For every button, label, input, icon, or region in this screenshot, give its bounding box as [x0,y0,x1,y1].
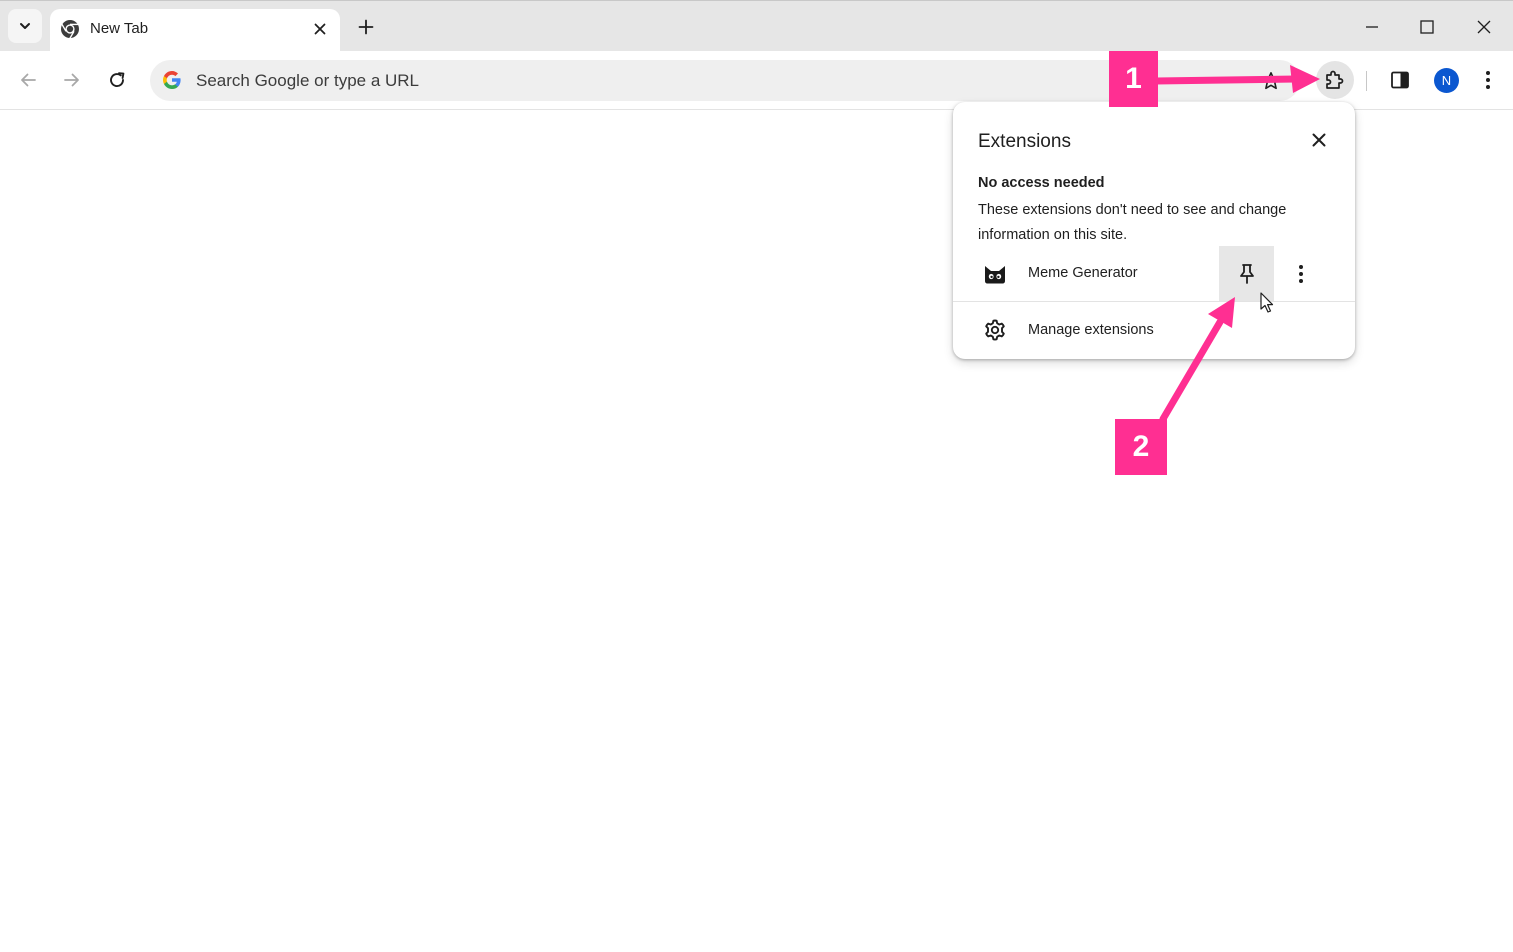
extensions-popup: Extensions No access needed These extens… [953,102,1355,359]
puzzle-icon [1326,70,1344,89]
extension-name: Meme Generator [1028,265,1138,281]
minimize-icon [1366,26,1378,28]
chrome-icon [61,20,79,39]
plus-icon [358,19,374,35]
kebab-icon [1486,71,1490,89]
side-panel-icon [1391,71,1409,89]
tab-strip: New Tab [0,0,1513,52]
popup-title: Extensions [978,131,1071,152]
chevron-down-icon [20,23,30,29]
maximize-button[interactable] [1409,9,1445,45]
manage-extensions-item[interactable]: Manage extensions [953,302,1355,357]
reload-button[interactable] [101,64,133,96]
arrow-left-icon [21,73,36,87]
arrow-right-icon [64,73,79,87]
section-heading: No access needed [978,175,1105,191]
minimize-button[interactable] [1354,9,1390,45]
back-button[interactable] [12,64,44,96]
bookmark-button[interactable] [1258,68,1284,94]
extensions-button[interactable] [1316,61,1354,99]
manage-extensions-label: Manage extensions [1028,322,1154,338]
close-icon [1477,20,1491,34]
close-window-button[interactable] [1466,9,1502,45]
annotation-step-1: 1 [1109,51,1158,107]
popup-close-button[interactable] [1307,128,1331,152]
extension-more-button[interactable] [1289,259,1313,289]
section-description: These extensions don't need to see and c… [978,202,1287,243]
star-icon [1262,72,1280,90]
close-icon [314,23,326,35]
maximize-icon [1420,20,1434,34]
tab-search-button[interactable] [8,9,42,43]
tab-new-tab[interactable]: New Tab [50,9,340,52]
extension-item[interactable]: Meme Generator [953,246,1355,302]
google-logo-icon [163,71,181,89]
side-panel-button[interactable] [1384,64,1416,96]
gear-icon [985,319,1005,341]
reload-icon [110,72,125,87]
forward-button[interactable] [56,64,88,96]
kebab-icon [1299,265,1303,283]
tab-close-button[interactable] [308,17,332,41]
toolbar-separator [1366,71,1367,91]
tab-title: New Tab [90,20,149,37]
omnibox-input[interactable] [196,60,1196,101]
close-icon [1312,133,1326,147]
pin-icon [1239,263,1254,284]
browser-window: New Tab Search Google or type a URL N Ex… [0,0,1513,952]
chrome-menu-button[interactable] [1474,64,1502,96]
new-tab-button[interactable] [352,13,380,41]
annotation-step-2: 2 [1115,419,1167,475]
profile-avatar[interactable]: N [1434,68,1459,93]
mouse-cursor-icon [1260,292,1274,313]
cat-mask-icon [985,266,1005,284]
